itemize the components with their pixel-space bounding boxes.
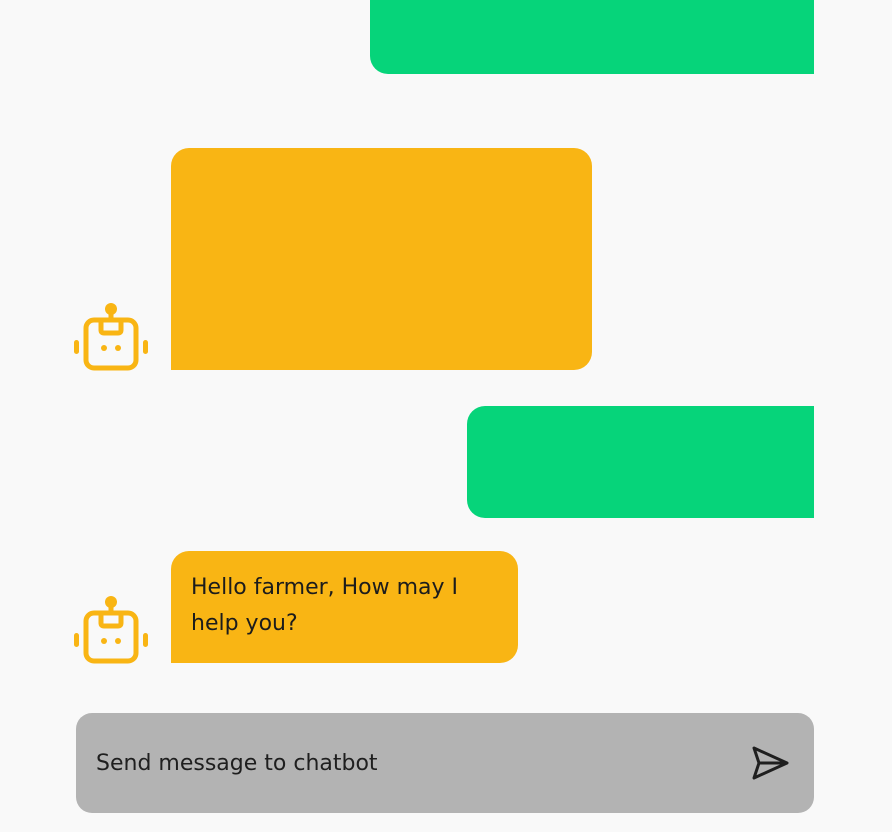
send-icon [752, 746, 789, 780]
message-text: Hello farmer, How may I help you? [191, 575, 459, 636]
robot-icon [74, 303, 148, 371]
user-message-bubble [370, 0, 814, 74]
message-composer [76, 713, 814, 813]
robot-icon [74, 596, 148, 664]
user-message-bubble [467, 406, 814, 518]
bot-message-bubble [171, 148, 592, 370]
bot-message-bubble: Hello farmer, How may I help you? [171, 551, 518, 663]
send-button[interactable] [750, 743, 792, 783]
chat-window: Hello farmer, How may I help you? [0, 0, 892, 832]
message-input[interactable] [96, 741, 736, 785]
